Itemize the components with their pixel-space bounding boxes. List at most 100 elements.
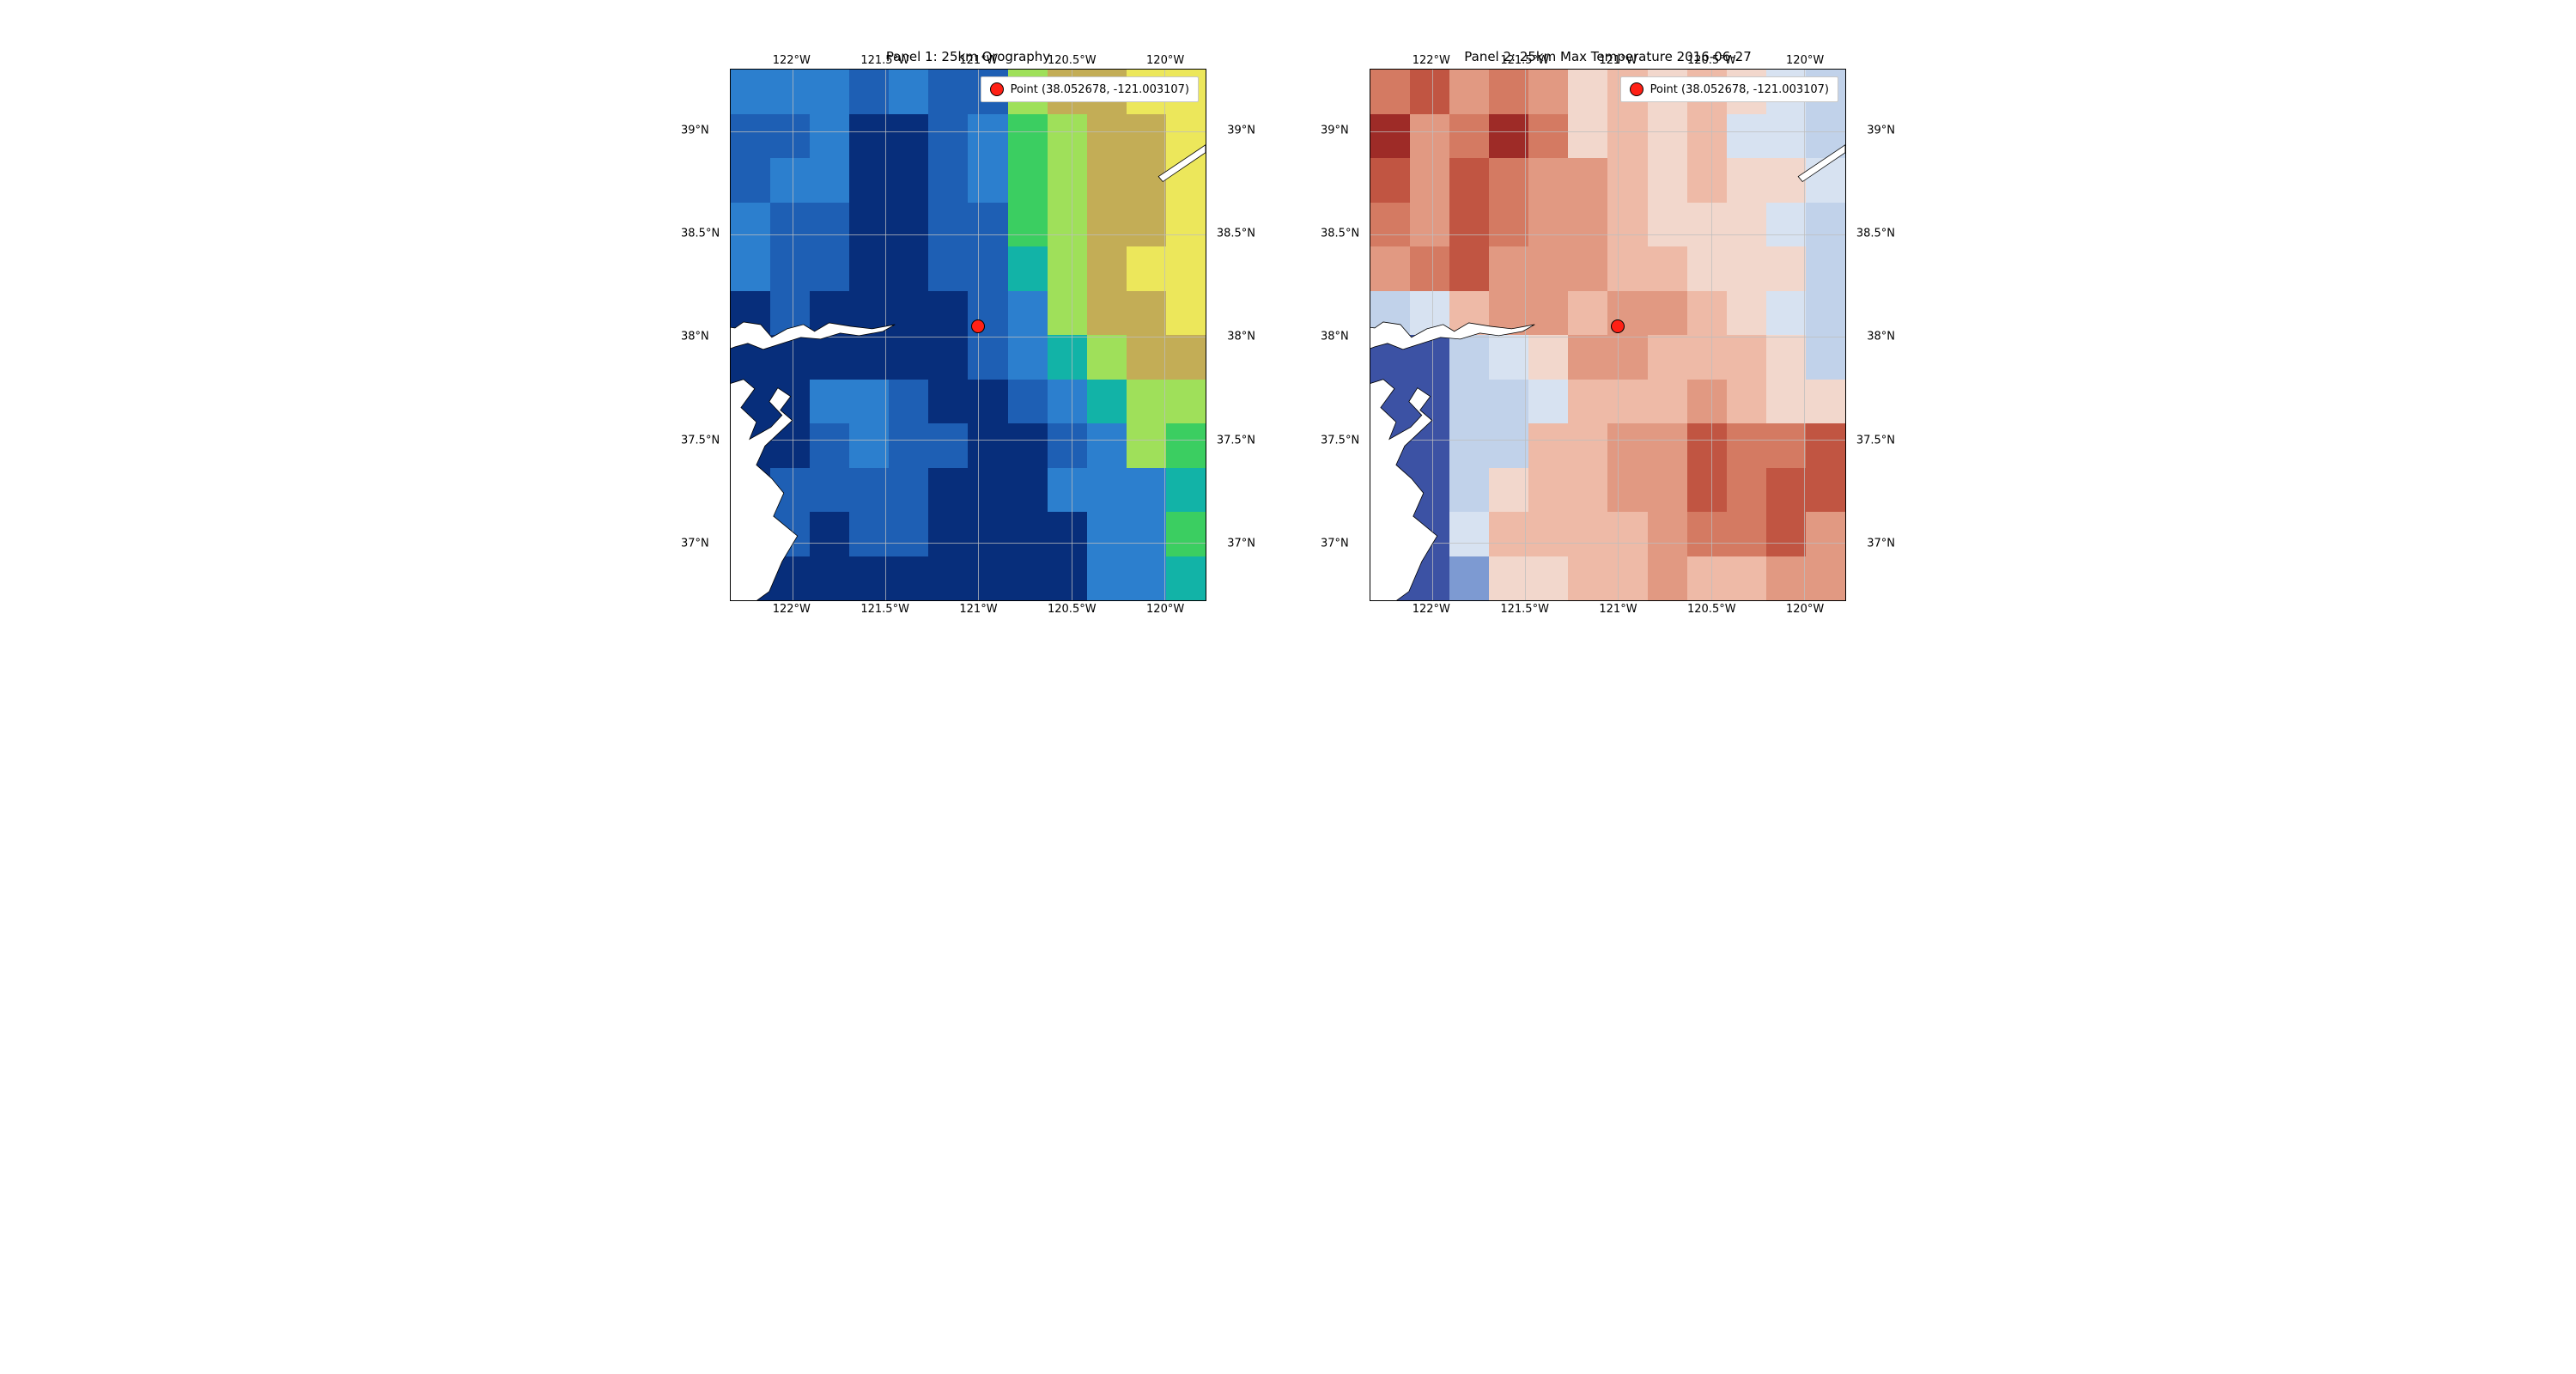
grid-cell: [1766, 203, 1806, 247]
x-tick-bottom: 121°W: [959, 603, 997, 616]
y-tick-right: 38.5°N: [1217, 228, 1255, 240]
grid-cell: [770, 70, 810, 114]
grid-cell: [1048, 203, 1087, 247]
grid-cell: [1048, 380, 1087, 424]
grid-cell: [1727, 246, 1766, 291]
grid-cell: [1607, 335, 1647, 380]
grid-cell: [731, 203, 770, 247]
grid-cell: [1727, 203, 1766, 247]
grid-cell: [1370, 512, 1410, 556]
grid-cell: [1008, 114, 1048, 159]
grid-cell: [1489, 423, 1528, 468]
legend-label: Point (38.052678, -121.003107): [1011, 83, 1189, 96]
grid-cell: [731, 291, 770, 336]
grid-cell: [1410, 556, 1449, 601]
grid-cell: [1008, 291, 1048, 336]
grid-cell: [928, 556, 968, 601]
y-tick-right: 37.5°N: [1217, 434, 1255, 447]
grid-cell: [1806, 423, 1845, 468]
y-tick-right: 38°N: [1227, 331, 1255, 344]
grid-cell: [1410, 158, 1449, 203]
grid-cell: [1410, 380, 1449, 424]
grid-cell: [810, 468, 849, 513]
panel-2-axes: Point (38.052678, -121.003107): [1370, 69, 1846, 601]
grid-cell: [1449, 380, 1489, 424]
grid-cell: [968, 246, 1007, 291]
grid-cell: [1048, 246, 1087, 291]
grid-cell: [1766, 246, 1806, 291]
grid-cell: [1607, 556, 1647, 601]
grid-cell: [1766, 158, 1806, 203]
grid-cell: [1528, 70, 1568, 114]
grid-cell: [849, 512, 889, 556]
grid-cell: [1127, 512, 1166, 556]
grid-cell: [1806, 158, 1845, 203]
grid-cell: [1727, 291, 1766, 336]
grid-cell: [1568, 291, 1607, 336]
grid-cell: [928, 335, 968, 380]
grid-cell: [1806, 556, 1845, 601]
grid-cell: [849, 70, 889, 114]
grid-cell: [1727, 158, 1766, 203]
grid-cell: [1528, 203, 1568, 247]
grid-cell: [810, 423, 849, 468]
grid-cell: [1127, 114, 1166, 159]
y-tick-right: 39°N: [1227, 125, 1255, 137]
grid-cell: [1048, 512, 1087, 556]
grid-cell: [849, 291, 889, 336]
grid-cell: [968, 512, 1007, 556]
grid-cell: [1648, 556, 1687, 601]
y-tick-left: 37°N: [681, 537, 709, 550]
grid-cell: [1370, 114, 1410, 159]
grid-cell: [1727, 335, 1766, 380]
grid-cell: [1449, 468, 1489, 513]
grid-cell: [1806, 291, 1845, 336]
grid-cell: [1607, 512, 1647, 556]
grid-cell: [1766, 512, 1806, 556]
grid-cell: [1806, 380, 1845, 424]
grid-cell: [1087, 203, 1127, 247]
grid-cell: [1489, 158, 1528, 203]
grid-cell: [1048, 468, 1087, 513]
grid-cell: [1449, 70, 1489, 114]
grid-cell: [1410, 203, 1449, 247]
y-tick-right: 37°N: [1867, 537, 1895, 550]
grid-cell: [1687, 556, 1727, 601]
y-tick-left: 38°N: [681, 331, 709, 344]
grid-cell: [1648, 246, 1687, 291]
grid-cell: [1528, 556, 1568, 601]
grid-cell: [810, 158, 849, 203]
grid-cell: [1568, 335, 1607, 380]
grid-cell: [1166, 114, 1206, 159]
grid-cell: [1449, 556, 1489, 601]
grid-cell: [1568, 203, 1607, 247]
x-tick-bottom: 120°W: [1146, 603, 1184, 616]
grid-cell: [1607, 380, 1647, 424]
grid-cell: [889, 246, 928, 291]
grid-cell: [1087, 291, 1127, 336]
grid-cell: [1648, 512, 1687, 556]
grid-cell: [770, 158, 810, 203]
grid-cell: [1008, 246, 1048, 291]
grid-cell: [889, 380, 928, 424]
grid-cell: [889, 70, 928, 114]
grid-cell: [1648, 468, 1687, 513]
grid-cell: [1528, 468, 1568, 513]
x-tick-bottom: 120.5°W: [1687, 603, 1736, 616]
grid-cell: [731, 468, 770, 513]
grid-cell: [810, 556, 849, 601]
grid-cell: [1489, 556, 1528, 601]
grid-cell: [968, 335, 1007, 380]
x-tick-bottom: 121.5°W: [860, 603, 909, 616]
grid-cell: [1048, 158, 1087, 203]
grid-cell: [1166, 158, 1206, 203]
grid-cell: [1687, 246, 1727, 291]
grid-cell: [968, 556, 1007, 601]
grid-cell: [849, 246, 889, 291]
grid-cell: [1607, 468, 1647, 513]
grid-cell: [810, 380, 849, 424]
grid-cell: [1166, 335, 1206, 380]
panel-1: Panel 1: 25km Orography Point (38.052678…: [683, 43, 1254, 627]
grid-cell: [731, 423, 770, 468]
x-tick-bottom: 120.5°W: [1048, 603, 1097, 616]
